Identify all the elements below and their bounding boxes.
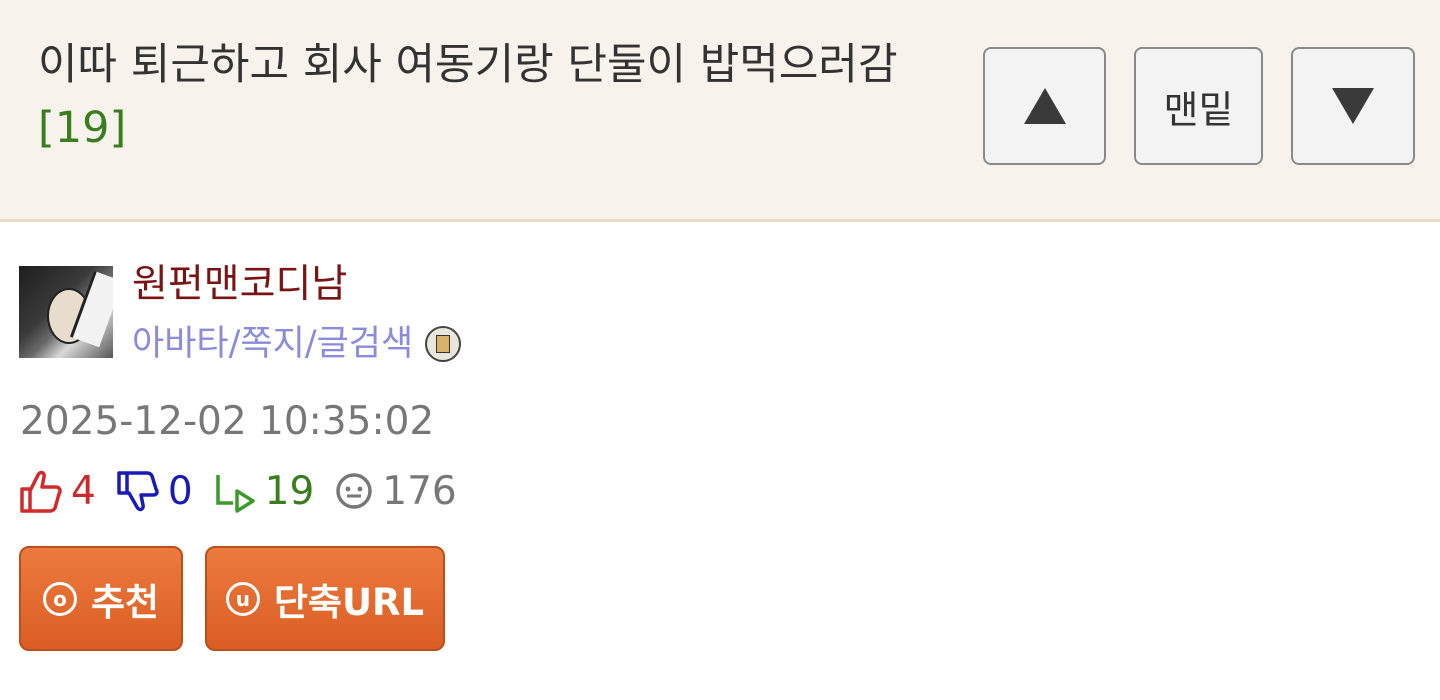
author-name[interactable]: 원펀맨코디남: [132, 260, 347, 310]
url-circle-icon: u: [225, 581, 260, 616]
upvote-stat: 4: [19, 469, 96, 514]
downvote-count: 0: [167, 468, 193, 514]
short-url-label: 단축URL: [273, 580, 425, 624]
recommend-button[interactable]: o 추천: [19, 546, 183, 651]
view-stat: 176: [334, 468, 457, 514]
avatar-link[interactable]: 아바타: [132, 319, 229, 369]
recommend-label: 추천: [90, 580, 160, 624]
post-title: 이따 퇴근하고 회사 여동기랑 단둘이 밥먹으러감 [19]: [38, 34, 918, 160]
short-url-button[interactable]: u 단축URL: [205, 546, 445, 651]
avatar[interactable]: [19, 266, 113, 358]
smiley-view-icon: [336, 473, 373, 509]
search-posts-link[interactable]: 글검색: [317, 319, 414, 369]
reply-arrow-icon: [215, 475, 255, 513]
message-link[interactable]: 쪽지: [240, 319, 304, 369]
view-count: 176: [382, 468, 457, 514]
link-separator: /: [228, 324, 241, 364]
mail-badge-icon[interactable]: [425, 326, 462, 362]
post-header: 이따 퇴근하고 회사 여동기랑 단둘이 밥먹으러감 [19] 맨밑: [0, 0, 1440, 222]
recommend-circle-icon: o: [42, 581, 77, 616]
post-datetime: 2025-12-02 10:35:02: [20, 399, 435, 444]
scroll-bottom-button[interactable]: 맨밑: [1134, 47, 1263, 165]
thumbs-down-icon: [117, 471, 159, 512]
downvote-stat: 0: [116, 469, 193, 514]
upvote-count: 4: [71, 468, 96, 514]
post-title-text: 이따 퇴근하고 회사 여동기랑 단둘이 밥먹으러감: [38, 40, 898, 90]
comment-count[interactable]: [19]: [38, 103, 126, 153]
author-links: 아바타 / 쪽지 / 글검색: [132, 319, 462, 369]
post-stats: 4 0 19 176: [19, 464, 477, 518]
reply-stat: 19: [213, 468, 315, 514]
reply-count: 19: [264, 468, 315, 514]
link-separator: /: [304, 324, 317, 364]
triangle-up-icon: [1023, 88, 1066, 124]
scroll-down-button[interactable]: [1291, 47, 1415, 165]
triangle-down-icon: [1332, 88, 1374, 124]
thumbs-up-icon: [20, 470, 62, 513]
scroll-top-button[interactable]: [983, 47, 1106, 165]
